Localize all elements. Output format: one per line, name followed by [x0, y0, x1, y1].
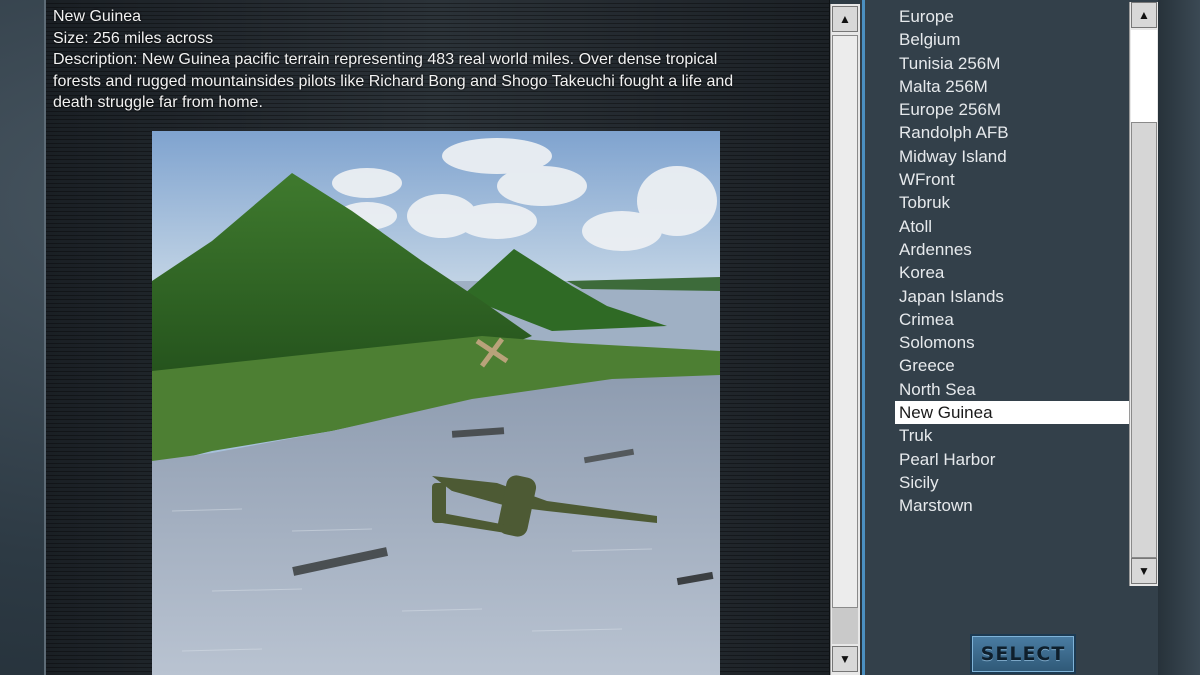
map-list-item[interactable]: Tunisia 256M [895, 52, 1129, 75]
scroll-up-glyph: ▲ [1138, 8, 1150, 22]
info-scrollbar[interactable]: ▲ ▼ [830, 4, 860, 675]
map-list-item[interactable]: Crimea [895, 308, 1129, 331]
map-list-item[interactable]: New Guinea [895, 401, 1129, 425]
map-description-line: death struggle far from home. [53, 94, 263, 111]
map-list-item[interactable]: Europe [895, 5, 1129, 28]
arrow-down-icon[interactable]: ▼ [1131, 558, 1157, 584]
map-list-item[interactable]: WFront [895, 168, 1129, 191]
map-list-scrollbar[interactable]: ▲ ▼ [1129, 2, 1159, 586]
map-title: New Guinea [53, 8, 142, 25]
map-list[interactable]: Europe Belgium Tunisia 256M Malta 256M Europ… [895, 5, 1129, 518]
map-list-item[interactable]: Malta 256M [895, 75, 1129, 98]
arrow-up-icon[interactable]: ▲ [832, 6, 858, 32]
info-scroll-thumb[interactable] [832, 35, 858, 608]
map-list-item[interactable]: Belgium [895, 28, 1129, 51]
map-list-item[interactable]: Korea [895, 261, 1129, 284]
map-size: Size: 256 miles across [53, 29, 214, 47]
right-edge-decoration [1158, 0, 1200, 675]
select-button[interactable]: SELECT [970, 634, 1076, 674]
map-list-item[interactable]: Tobruk [895, 191, 1129, 214]
map-list-item[interactable]: Truk [895, 424, 1129, 447]
map-info-text: New Guinea Size: 256 miles across Descri… [53, 6, 813, 114]
terrain-preview-image [152, 131, 720, 675]
map-list-item[interactable]: Randolph AFB [895, 121, 1129, 144]
map-description-line: Description: New Guinea pacific terrain … [53, 51, 718, 68]
map-list-item[interactable]: Pearl Harbor [895, 448, 1129, 471]
map-list-item[interactable]: Solomons [895, 331, 1129, 354]
map-list-item[interactable]: Atoll [895, 215, 1129, 238]
map-list-item[interactable]: North Sea [895, 378, 1129, 401]
arrow-down-icon[interactable]: ▼ [832, 646, 858, 672]
info-scroll-track[interactable] [832, 608, 858, 644]
terrain-preview-graphic [152, 131, 720, 675]
map-list-item[interactable]: Ardennes [895, 238, 1129, 261]
map-list-item[interactable]: Sicily [895, 471, 1129, 494]
map-list-item[interactable]: Marstown [895, 494, 1129, 517]
map-list-item[interactable]: Greece [895, 354, 1129, 377]
scroll-up-glyph: ▲ [839, 12, 851, 26]
map-list-item[interactable]: Midway Island [895, 145, 1129, 168]
map-list-item[interactable]: Europe 256M [895, 98, 1129, 121]
map-list-scroll-track[interactable] [1131, 30, 1157, 122]
map-list-scroll-thumb[interactable] [1131, 122, 1157, 558]
scroll-down-glyph: ▼ [1138, 564, 1150, 578]
map-list-item[interactable]: Japan Islands [895, 285, 1129, 308]
map-description-line: forests and rugged mountainsides pilots … [53, 72, 734, 90]
arrow-up-icon[interactable]: ▲ [1131, 2, 1157, 28]
scroll-down-glyph: ▼ [839, 652, 851, 666]
